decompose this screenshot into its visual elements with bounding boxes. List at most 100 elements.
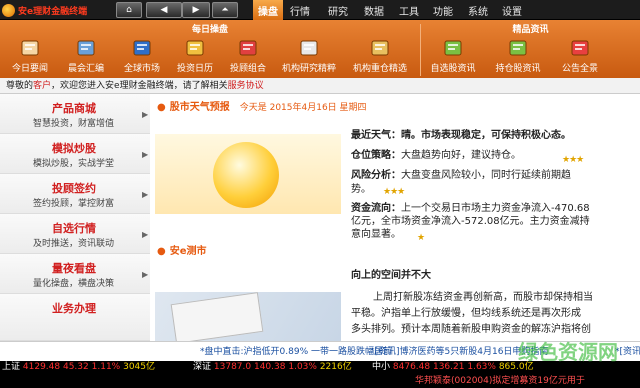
index-sh[interactable]: 上证 4129.48 45.32 1.11% 3045亿 [2,361,155,374]
menu-settings[interactable]: 设置 [497,0,527,20]
toolbar-button-2[interactable]: 晨会汇编 [58,37,114,77]
toolbar-button-label: 投资日历 [176,64,213,74]
risk-analysis: 风险分析：大盘变盘风险较小，同时行延续前期趋 [351,166,571,181]
toolbar-button-label: 机构重仓精选 [352,64,407,74]
menu-trade[interactable]: 操盘 [253,0,283,20]
toolbar-button-3[interactable]: 全球市场 [114,37,170,77]
weather-section-title: 股市天气预报 [169,102,230,113]
watermark: 绿色资源网 [518,340,618,364]
toolbar-button-10[interactable]: 公告全景 [552,37,608,77]
sidebar-item-title: 产品商城 [52,102,96,115]
news-line-1: 上周打新股冻结资金再创新高，而股市却保持相当 [373,292,593,303]
index-percent: 1.63% [467,362,496,372]
menu-quotes[interactable]: 行情 [285,0,315,20]
bullet-icon: ● [157,246,166,257]
chevron-right-icon: ▶ [142,270,149,279]
app-title: 安e理财金融终端 [18,6,88,17]
news-headline[interactable]: 向上的空间并不大 [351,266,431,281]
sidebar-item-business[interactable]: 业务办理 [0,294,150,341]
toolbar-button-label: 全球市场 [123,64,160,74]
forward-icon: ▶ [192,5,200,15]
menu-data[interactable]: 数据 [359,0,389,20]
index-value: 8476.48 [392,362,431,372]
menu-functions[interactable]: 功能 [428,0,458,20]
toolbar-button-label: 自选股资讯 [430,64,476,74]
index-percent: 1.03% [288,362,317,372]
index-volume: 2216亿 [319,362,352,372]
globe-icon [131,37,153,59]
calendar-icon [184,37,206,59]
index-name: 上证 [2,362,21,372]
weather-date: 今天是 2015年4月16日 星期四 [239,103,367,113]
ticker-item-1[interactable]: *盘中直击:沪指低开0.89% 一带一路股跌幅居前 [200,342,392,361]
logo-icon [2,3,15,17]
index-value: 13787.0 [213,362,252,372]
watchlist-info-icon [442,37,464,59]
chevron-right-icon: ▶ [142,150,149,159]
sidebar-item-title: 自选行情 [52,222,96,235]
sidebar-item-night-watch[interactable]: 量夜看盘 量化操盘，横盘决策 ▶ [0,254,150,294]
news-line-2: 平稳。沪指单上行放缓慢，但均线系统还是再次形成 [351,308,581,319]
service-agreement-link[interactable]: 服务协议 [228,81,264,91]
announcement-icon [569,37,591,59]
welcome-message: ，欢迎您进入安e理财金融终端，请了解相关 [51,81,228,91]
index-status-bar: 上证 4129.48 45.32 1.11% 3045亿 深证 13787.0 … [0,361,640,388]
sidebar-item-title: 量夜看盘 [52,262,96,275]
toolbar-button-label: 今日要闻 [11,64,48,74]
toolbar-button-8[interactable]: 自选股资讯 [425,37,481,77]
home-icon: ⌂ [126,5,132,15]
menu-system[interactable]: 系统 [463,0,493,20]
index-sz[interactable]: 深证 13787.0 140.38 1.03% 2216亿 [193,361,352,374]
menu-tools[interactable]: 工具 [394,0,424,20]
sidebar-item-subtitle: 模拟炒股，实战学堂 [33,159,115,169]
sidebar-item-title: 模拟炒股 [52,142,96,155]
position-rating-stars: ★★★ [562,155,584,165]
title-bar: 安e理财金融终端 ⌂ ◀ ▶ ⏶ 操盘 行情 研究 数据 工具 功能 系统 设置 [0,0,640,20]
risk-text: 大盘变盘风险较小，同时行延续前期趋 [401,170,571,181]
collapse-button[interactable]: ⏶ [212,2,238,18]
index-name: 深证 [193,362,212,372]
sidebar-item-subtitle: 签约投顾，掌控财富 [33,199,115,209]
bank-card-icon [170,292,264,344]
menu-research[interactable]: 研究 [323,0,353,20]
sidebar-item-simulated-trading[interactable]: 模拟炒股 模拟炒股，实战学堂 ▶ [0,134,150,174]
index-volume: 3045亿 [123,362,155,372]
news-section-title: 安e测市 [169,246,207,257]
sidebar-item-title: 投顾签约 [52,182,96,195]
sun-icon [213,142,279,208]
toolbar-button-label: 持仓股资讯 [495,64,541,74]
toolbar-button-label: 投顾组合 [229,64,266,74]
back-button[interactable]: ◀ [146,2,182,18]
holdings-icon [369,37,391,59]
weather-section-header: ● 股市天气预报 今天是 2015年4月16日 星期四 [151,98,640,116]
toolbar-button-4[interactable]: 投资日历 [167,37,223,77]
ticker-item-3[interactable]: *[资讯] [615,342,640,361]
flow-text-3: 意向显著。 [351,229,401,240]
position-text: 大盘趋势向好，建议持仓。 [401,150,521,161]
app-logo: 安e理财金融终端 [2,2,87,18]
risk-text-cont: 势。 [351,184,371,195]
sidebar-item-custom-quotes[interactable]: 自选行情 及时推送，资讯联动 ▶ [0,214,150,254]
sidebar-item-advisor-signing[interactable]: 投顾签约 签约投顾，掌控财富 ▶ [0,174,150,214]
index-sme[interactable]: 中小 8476.48 136.21 1.63% 865.0亿 [372,361,534,374]
toolbar-button-label: 公告全景 [561,64,598,74]
sidebar-item-subtitle: 智慧投资，财富增值 [33,119,115,129]
toolbar-button-9[interactable]: 持仓股资讯 [490,37,546,77]
sidebar-item-product-mall[interactable]: 产品商城 智慧投资，财富增值 ▶ [0,94,150,134]
group-divider [420,24,421,76]
position-info-icon [507,37,529,59]
home-button[interactable]: ⌂ [116,2,142,18]
toolbar-button-6[interactable]: 机构研究精粹 [275,37,343,77]
welcome-user: 客户 [33,81,52,91]
bottom-news-item[interactable]: 华邦颖泰(002004)拟定增募资19亿元用于 [415,375,585,388]
toolbar-button-7[interactable]: 机构重仓精选 [346,37,414,77]
toolbar-button-5[interactable]: 投顾组合 [220,37,276,77]
chevron-right-icon: ▶ [142,190,149,199]
index-change: 45.32 [62,362,89,372]
sidebar-item-title: 业务办理 [52,302,96,315]
forward-button[interactable]: ▶ [182,2,210,18]
research-icon [298,37,320,59]
toolbar-button-1[interactable]: 今日要闻 [2,37,58,77]
main-content: ● 股市天气预报 今天是 2015年4月16日 星期四 最近天气：晴。市场表现稳定，… [151,94,640,344]
news-image [155,292,341,344]
